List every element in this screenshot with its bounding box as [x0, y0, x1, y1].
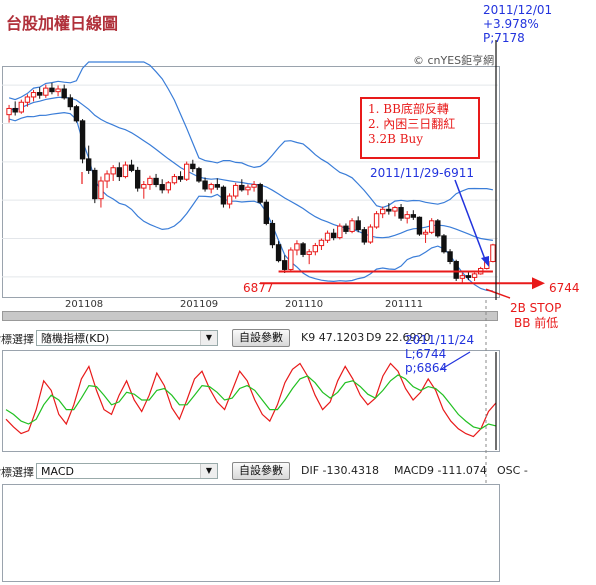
lower-date: 2011/11/24	[405, 333, 475, 347]
custom-params-button-macd[interactable]: 自設參數	[232, 462, 290, 480]
chevron-down-icon[interactable]: ▼	[200, 464, 217, 478]
readout-macd9: MACD9 -111.074	[394, 464, 487, 477]
lower-price: p;6864	[405, 361, 448, 375]
indicator-select-label-2: 指標選擇	[0, 466, 34, 479]
lower-date-annotation: 2011/11/24 L;6744 p;6864	[405, 333, 474, 375]
kd-series-d9	[5, 374, 497, 430]
indicator-select-macd[interactable]: MACD ▼	[36, 463, 218, 479]
indicator-select-value-2: MACD	[41, 465, 74, 478]
indicator-toolbar-macd: 指標選擇 MACD ▼ 自設參數 DIF -130.4318 MACD9 -11…	[0, 461, 596, 481]
macd-chart-panel	[2, 484, 500, 582]
readout-osc: OSC -	[497, 464, 528, 477]
lower-low: L;6744	[405, 347, 447, 361]
readout-dif: DIF -130.4318	[301, 464, 379, 477]
